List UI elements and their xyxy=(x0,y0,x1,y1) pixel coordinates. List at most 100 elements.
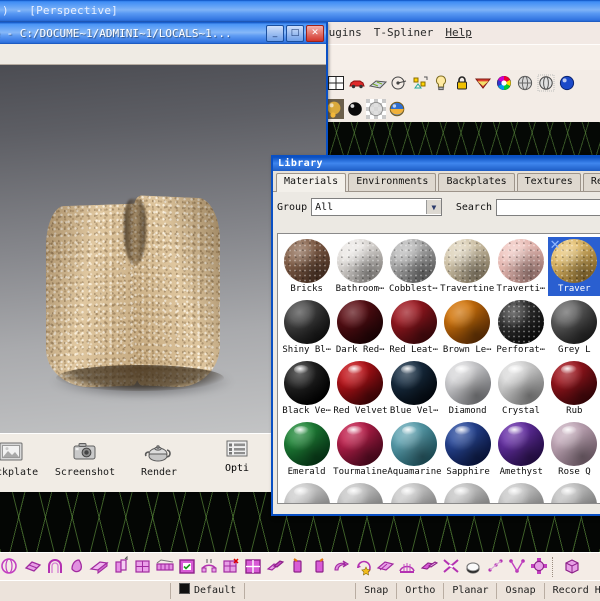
material-item[interactable]: Shiny Bl⋯ xyxy=(280,298,334,357)
render-plugin-toolbar-row2[interactable] xyxy=(322,96,600,122)
material-item[interactable]: Brown Le⋯ xyxy=(441,298,495,357)
material-item[interactable]: Sapphire xyxy=(442,420,495,479)
status-layer[interactable]: Default xyxy=(170,583,245,599)
split-icon[interactable] xyxy=(440,555,462,579)
status-toggle-snap[interactable]: Snap xyxy=(355,583,397,599)
material-item[interactable]: ✕Traver xyxy=(548,237,600,296)
tab-rendering[interactable]: Rendering xyxy=(583,173,600,191)
car-icon[interactable] xyxy=(347,73,367,93)
material-item[interactable]: Grey L xyxy=(548,298,600,357)
arch-icon[interactable] xyxy=(44,555,66,579)
sphere-icon[interactable] xyxy=(515,73,535,93)
cylinder-b-icon[interactable] xyxy=(308,555,330,579)
transform-icon[interactable] xyxy=(410,73,430,93)
modeling-toolbar[interactable] xyxy=(0,552,600,582)
backplate-button[interactable]: Backplate xyxy=(0,438,48,478)
material-item[interactable]: Perforat⋯ xyxy=(494,298,548,357)
plane-texture-icon[interactable] xyxy=(368,73,388,93)
menu-help[interactable]: Help xyxy=(445,26,472,39)
rail-icon[interactable] xyxy=(396,555,418,579)
status-toggle-planar[interactable]: Planar xyxy=(444,583,497,599)
material-item[interactable]: Dark Red⋯ xyxy=(334,298,388,357)
material-item[interactable] xyxy=(280,481,334,504)
material-item[interactable]: Amethyst xyxy=(495,420,548,479)
check-box-icon[interactable] xyxy=(176,555,198,579)
blue-sphere-icon[interactable] xyxy=(557,73,577,93)
flip-icon[interactable] xyxy=(330,555,352,579)
loft-icon[interactable] xyxy=(154,555,176,579)
mesh-gear-icon[interactable] xyxy=(528,555,550,579)
render-window-title-bar[interactable]: nse - C:/DOCUME~1/ADMINI~1/LOCALS~1... _… xyxy=(0,22,326,44)
planar-grid-icon[interactable] xyxy=(242,555,264,579)
group-select[interactable]: All ▼ xyxy=(311,198,442,216)
target-icon[interactable] xyxy=(389,73,409,93)
color-wheel-icon[interactable] xyxy=(494,73,514,93)
material-item[interactable]: Cobblest⋯ xyxy=(387,237,440,296)
library-tab-strip[interactable]: Materials Environments Backplates Textur… xyxy=(273,171,600,192)
status-toggle-osnap[interactable]: Osnap xyxy=(497,583,544,599)
lock-icon[interactable] xyxy=(452,73,472,93)
chevron-down-icon[interactable]: ▼ xyxy=(426,200,441,214)
status-toggle-ortho[interactable]: Ortho xyxy=(397,583,444,599)
material-item[interactable]: Travertine xyxy=(440,237,494,296)
network-x-icon[interactable] xyxy=(220,555,242,579)
render-plugin-toolbar[interactable] xyxy=(322,70,600,97)
material-chevron-icon[interactable] xyxy=(473,73,493,93)
sphere-wire-icon[interactable] xyxy=(536,73,556,93)
search-input[interactable] xyxy=(496,199,600,216)
box-icon[interactable] xyxy=(561,555,583,579)
material-item[interactable]: Aquamarine xyxy=(387,420,441,479)
tab-environments[interactable]: Environments xyxy=(348,173,436,191)
library-window[interactable]: Library Materials Environments Backplate… xyxy=(271,155,600,516)
surface-patch-icon[interactable] xyxy=(22,555,44,579)
wedge-icon[interactable] xyxy=(88,555,110,579)
cap-icon[interactable] xyxy=(462,555,484,579)
grid-viewport-icon[interactable] xyxy=(326,73,346,93)
offset-icon[interactable] xyxy=(374,555,396,579)
sky-sphere-icon[interactable] xyxy=(387,99,407,119)
tab-materials[interactable]: Materials xyxy=(276,173,346,192)
rhino-menu-bar[interactable]: luginsT-SplinerHelp xyxy=(322,22,600,45)
material-item[interactable] xyxy=(387,481,441,504)
close-icon[interactable]: ✕ xyxy=(306,25,324,42)
menu-tsplines[interactable]: T-Spliner xyxy=(374,26,434,39)
tab-backplates[interactable]: Backplates xyxy=(438,173,514,191)
material-item[interactable]: Red Leat⋯ xyxy=(387,298,441,357)
material-item[interactable]: Black Ve⋯ xyxy=(280,359,333,418)
options-button[interactable]: Opti xyxy=(206,438,268,474)
unroll-icon[interactable] xyxy=(418,555,440,579)
join-icon[interactable] xyxy=(264,555,286,579)
library-title-bar[interactable]: Library xyxy=(273,157,600,171)
revolve-icon[interactable] xyxy=(66,555,88,579)
tab-textures[interactable]: Textures xyxy=(517,173,581,191)
material-item[interactable]: Crystal xyxy=(494,359,547,418)
window-controls[interactable]: _ □ ✕ xyxy=(266,25,324,42)
material-item[interactable]: Emerald xyxy=(280,420,333,479)
checker-sphere-icon[interactable] xyxy=(366,99,386,119)
sphere-prim-icon[interactable] xyxy=(0,555,22,579)
material-grid[interactable]: BricksBathroom⋯Cobblest⋯TravertineTraver… xyxy=(277,233,600,504)
material-item[interactable] xyxy=(548,481,600,504)
material-item[interactable]: Bathroom⋯ xyxy=(333,237,386,296)
material-item[interactable]: Rose Q xyxy=(548,420,600,479)
rotate-star-icon[interactable] xyxy=(352,555,374,579)
material-item[interactable]: Blue Vel⋯ xyxy=(388,359,441,418)
material-item[interactable]: Traverti⋯ xyxy=(494,237,547,296)
material-item[interactable] xyxy=(334,481,388,504)
status-toggle-record-history[interactable]: Record History xyxy=(545,583,600,599)
material-item[interactable]: Diamond xyxy=(441,359,494,418)
black-sphere-icon[interactable] xyxy=(345,99,365,119)
material-item[interactable]: Bricks xyxy=(280,237,333,296)
light-bulb-icon[interactable] xyxy=(431,73,451,93)
screenshot-button[interactable]: Screenshot xyxy=(48,438,122,478)
render-button[interactable]: Render xyxy=(122,438,196,478)
material-item[interactable]: Tourmaline xyxy=(333,420,387,479)
material-item[interactable] xyxy=(494,481,548,504)
cylinder-a-icon[interactable] xyxy=(286,555,308,579)
library-filter-bar[interactable]: Group All ▼ Search xyxy=(273,192,600,219)
merge-icon[interactable] xyxy=(506,555,528,579)
minimize-icon[interactable]: _ xyxy=(266,25,284,42)
maximize-icon[interactable]: □ xyxy=(286,25,304,42)
material-item[interactable]: Red Velvet xyxy=(333,359,387,418)
points-icon[interactable] xyxy=(484,555,506,579)
